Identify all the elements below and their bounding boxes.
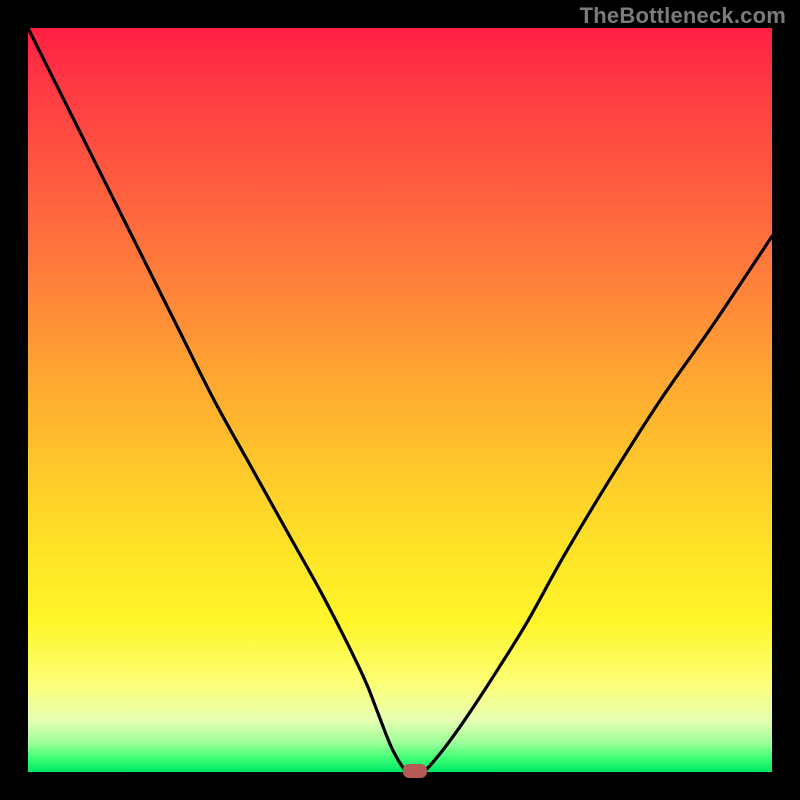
- curve-path: [28, 28, 772, 774]
- bottleneck-curve: [28, 28, 772, 772]
- watermark-text: TheBottleneck.com: [580, 3, 786, 29]
- plot-area: [28, 28, 772, 772]
- optimal-marker: [403, 764, 427, 778]
- chart-frame: TheBottleneck.com: [0, 0, 800, 800]
